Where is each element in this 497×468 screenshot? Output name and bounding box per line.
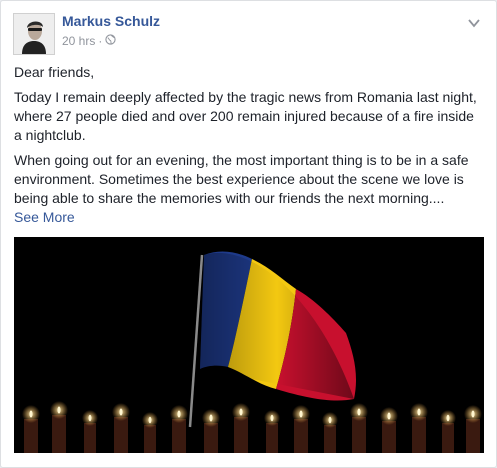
meta-separator: ·	[98, 34, 103, 48]
post-meta: 20 hrs ·	[62, 34, 116, 48]
post-timestamp[interactable]: 20 hrs	[62, 34, 95, 48]
author-name[interactable]: Markus Schulz	[62, 13, 160, 29]
post-photo[interactable]	[14, 237, 484, 453]
author-avatar[interactable]	[13, 13, 55, 55]
post-paragraph-2-wrap: When going out for an evening, the most …	[14, 151, 484, 227]
post-paragraph-1: Today I remain deeply affected by the tr…	[14, 89, 477, 143]
post-card: Markus Schulz 20 hrs · Dear friends, Tod…	[0, 0, 497, 468]
post-paragraph-2: When going out for an evening, the most …	[14, 152, 469, 206]
post-greeting: Dear friends,	[14, 64, 95, 80]
globe-icon[interactable]	[105, 34, 116, 48]
post-body: Dear friends, Today I remain deeply affe…	[14, 63, 484, 227]
chevron-down-icon[interactable]	[466, 15, 482, 31]
see-more-link[interactable]: See More	[14, 209, 75, 225]
